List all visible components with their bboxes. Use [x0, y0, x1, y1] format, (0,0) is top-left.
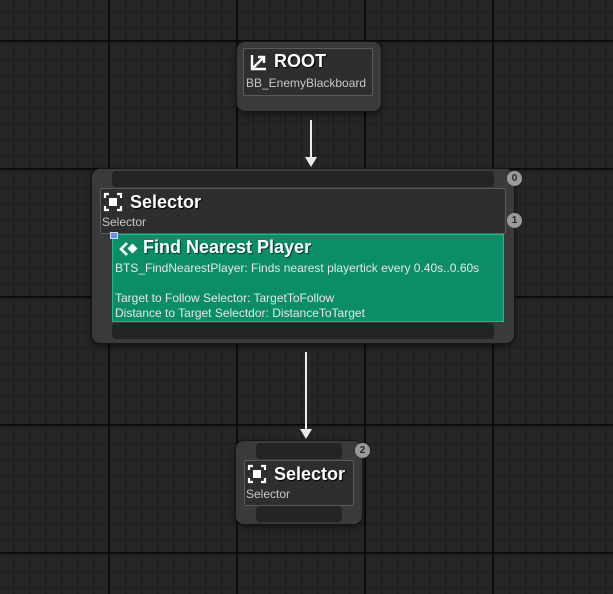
selector-main-title: Selector: [130, 192, 202, 212]
service-find-nearest-player[interactable]: Find Nearest Player BTS_FindNearestPlaye…: [112, 234, 504, 322]
selector-icon: [103, 192, 123, 212]
root-subtitle: BB_EnemyBlackboard: [246, 76, 367, 90]
selector-icon: [247, 464, 267, 484]
output-pin[interactable]: [112, 323, 494, 339]
connection-arrow-icon: [305, 157, 317, 167]
input-pin[interactable]: [112, 171, 494, 187]
connection-arrow-icon: [300, 429, 312, 439]
service-target-line: Target to Follow Selector: TargetToFollo…: [115, 291, 335, 305]
service-description: BTS_FindNearestPlayer: Finds nearest pla…: [115, 261, 480, 275]
selector-child-title: Selector: [274, 464, 346, 484]
grid-line: [0, 552, 613, 554]
connection-wire: [305, 352, 307, 430]
service-index-badge: 1: [507, 213, 522, 228]
root-arrow-icon: [250, 55, 266, 71]
connection-wire: [310, 120, 312, 158]
root-node[interactable]: ROOT BB_EnemyBlackboard: [237, 42, 381, 111]
service-icon: [119, 242, 138, 256]
service-distance-line: Distance to Target Selectdor: DistanceTo…: [115, 306, 365, 320]
input-pin[interactable]: [256, 443, 342, 459]
breakpoint-marker-icon: [110, 232, 118, 239]
service-title: Find Nearest Player: [143, 237, 312, 257]
root-title: ROOT: [274, 51, 326, 71]
selector-main-subtitle: Selector: [102, 215, 147, 229]
exec-index-badge: 2: [355, 443, 370, 458]
output-pin[interactable]: [256, 506, 342, 522]
selector-child-subtitle: Selector: [246, 487, 291, 501]
exec-index-badge: 0: [507, 171, 522, 186]
